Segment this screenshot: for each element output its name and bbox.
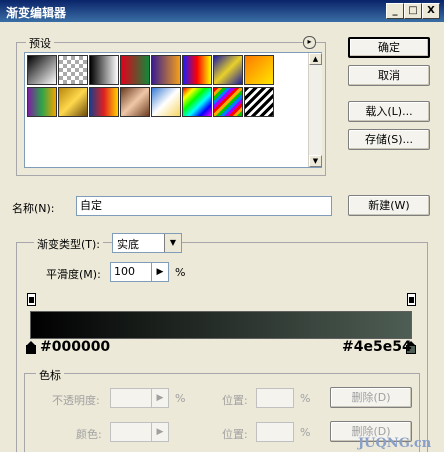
preset-swatch[interactable] (213, 87, 243, 117)
preset-swatch[interactable] (244, 87, 274, 117)
preset-swatch[interactable] (89, 55, 119, 85)
preset-swatch[interactable] (182, 87, 212, 117)
opacity-stop-left[interactable] (27, 293, 36, 306)
end-color-label: #4e5e54 (342, 339, 412, 355)
title-bar: 渐变编辑器 _ □ X (0, 0, 444, 22)
window-title: 渐变编辑器 (6, 6, 67, 20)
preset-swatch[interactable] (89, 87, 119, 117)
smoothness-unit: % (175, 266, 186, 279)
color-stops-label: 色标 (36, 367, 64, 383)
gradient-preview-bar[interactable] (30, 311, 412, 339)
gradient-type-value: 实底 (117, 238, 139, 251)
presets-scrollbar[interactable]: ▲ ▼ (308, 53, 322, 167)
name-input[interactable]: 自定 (76, 196, 332, 216)
cancel-button[interactable]: 取消 (348, 65, 430, 86)
scroll-up-icon[interactable]: ▲ (309, 53, 322, 65)
ok-button[interactable]: 确定 (348, 37, 430, 58)
preset-swatch[interactable] (151, 55, 181, 85)
maximize-button[interactable]: □ (404, 3, 422, 19)
color-label: 颜色: (76, 428, 102, 441)
smoothness-arrow-icon[interactable]: ▶ (151, 262, 169, 282)
preset-swatch[interactable] (151, 87, 181, 117)
preset-swatch[interactable] (182, 55, 212, 85)
preset-swatch[interactable] (27, 87, 57, 117)
preset-swatch[interactable] (27, 55, 57, 85)
watermark: JUQNG.cn (358, 436, 432, 451)
color-position-input[interactable] (256, 422, 294, 442)
opacity-label: 不透明度: (52, 394, 100, 407)
smoothness-label: 平滑度(M): (46, 268, 101, 281)
close-button[interactable]: X (422, 3, 440, 19)
preset-swatch[interactable] (120, 55, 150, 85)
minimize-button[interactable]: _ (386, 3, 404, 19)
load-button[interactable]: 载入(L)... (348, 101, 430, 122)
preset-swatch[interactable] (120, 87, 150, 117)
scroll-down-icon[interactable]: ▼ (309, 155, 322, 167)
opacity-input[interactable] (110, 388, 152, 408)
preset-swatch[interactable] (244, 55, 274, 85)
opacity-position-input[interactable] (256, 388, 294, 408)
delete-opacity-stop-button[interactable]: 删除(D) (330, 387, 412, 408)
presets-menu-icon[interactable]: ▸ (303, 36, 316, 49)
gradient-type-select[interactable]: 实底 ▼ (112, 233, 182, 253)
opacity-arrow-icon[interactable]: ▶ (151, 388, 169, 408)
start-color-label: #000000 (40, 339, 111, 355)
color-arrow-icon[interactable]: ▶ (151, 422, 169, 442)
new-button[interactable]: 新建(W) (348, 195, 430, 216)
color-position-label: 位置: (222, 428, 248, 441)
preset-swatch[interactable] (58, 87, 88, 117)
color-position-unit: % (300, 426, 311, 439)
opacity-stop-right[interactable] (407, 293, 416, 306)
opacity-position-label: 位置: (222, 394, 248, 407)
color-swatch-input[interactable] (110, 422, 152, 442)
opacity-unit: % (175, 392, 186, 405)
preset-swatch[interactable] (58, 55, 88, 85)
smoothness-input[interactable]: 100 (110, 262, 152, 282)
preset-swatch[interactable] (213, 55, 243, 85)
chevron-down-icon[interactable]: ▼ (164, 234, 181, 252)
name-label: 名称(N): (12, 202, 55, 215)
color-stop-left[interactable] (26, 345, 36, 354)
gradient-type-label: 渐变类型(T): (34, 236, 104, 252)
save-button[interactable]: 存储(S)... (348, 129, 430, 150)
opacity-position-unit: % (300, 392, 311, 405)
presets-label: 预设 (26, 35, 54, 51)
